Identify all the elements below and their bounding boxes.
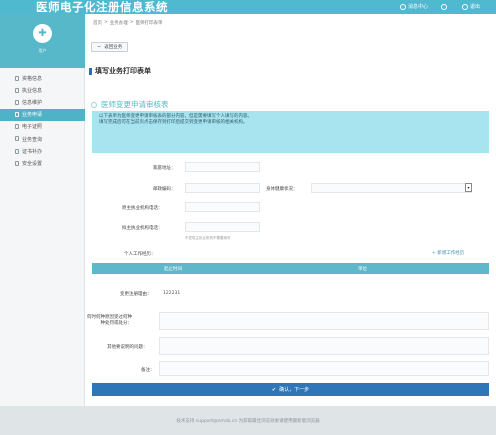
change-reason-input[interactable]: 122231: [159, 288, 279, 298]
breadcrumb-separator: >: [129, 20, 134, 25]
remark-label: 备注：: [141, 368, 155, 373]
original-org-phone-label: 原主执业机构电话：: [122, 206, 163, 211]
breadcrumb-business[interactable]: 业务办理: [110, 20, 128, 26]
back-button[interactable]: − 返回业务: [91, 42, 129, 52]
user-icon: [441, 3, 447, 10]
main-content: 首页 > 业务办理 > 医师打印表单 − 返回业务 填写业务打印表单 医师变更申…: [85, 14, 496, 406]
bell-icon: [400, 3, 406, 10]
sidebar-item-reissue[interactable]: 证书补办: [0, 145, 85, 157]
sidebar-item-practice[interactable]: 执业信息: [0, 84, 85, 96]
postcode-input[interactable]: [185, 183, 260, 193]
new-org-phone-label: 拟主执业机构电话：: [122, 226, 163, 231]
certificate-icon: [15, 124, 19, 130]
penalty-textarea[interactable]: [159, 312, 489, 330]
app-title: 医师电子化注册信息系统: [36, 0, 168, 14]
circle-icon: [91, 101, 97, 108]
other-issues-textarea[interactable]: [159, 337, 489, 355]
sidebar-item-security[interactable]: 安全设置: [0, 157, 85, 169]
minus-icon: −: [97, 44, 102, 50]
reissue-icon: [15, 148, 19, 154]
power-icon: [462, 3, 468, 10]
address-input[interactable]: [185, 162, 260, 172]
breadcrumb-current: 医师打印表单: [135, 21, 163, 26]
address-label: 家庭地址：: [153, 166, 176, 171]
work-history-table-header: 起止时间 单位: [92, 263, 489, 274]
breadcrumb-home[interactable]: 首页: [93, 20, 102, 26]
new-org-phone-input[interactable]: [185, 222, 260, 232]
card-title: 医师变更申请审核表: [91, 99, 169, 110]
edit-icon: [15, 99, 19, 105]
user-link[interactable]: [441, 2, 449, 11]
sidebar-nav: 资格信息 执业信息 信息维护 业务申请 电子证照 业务查询 证书补办 安全设置: [0, 72, 85, 170]
apply-icon: [15, 112, 19, 118]
notice-box: 以下表单为医师变更申请审核表的部分内容，但是需要填写个人填写的内容。 填写完成后…: [92, 111, 489, 153]
notice-line: 填写完成后可在当前页点击保存到打印后提交到变更申请审核的相关机构。: [99, 119, 248, 125]
confirm-next-button[interactable]: ✔ 确认，下一步: [92, 383, 489, 396]
user-name: 用户: [38, 48, 47, 53]
other-issues-label: 其他要说明的问题：: [107, 345, 148, 350]
breadcrumb-separator: >: [104, 20, 108, 25]
sidebar: ✚ 用户 资格信息 执业信息 信息维护 业务申请 电子证照 业务查询 证书补办 …: [0, 14, 85, 406]
sidebar-item-qualification[interactable]: 资格信息: [0, 72, 85, 84]
table-col-time: 起止时间: [164, 267, 182, 272]
footer-text: 技术支持 support@nmda.cn 为获取最佳浏览效果请使用最新版浏览器: [176, 418, 320, 424]
message-center-link[interactable]: 消息中心: [400, 2, 428, 11]
top-header: 医师电子化注册信息系统 消息中心 退出: [0, 0, 496, 14]
footer: 技术支持 support@nmda.cn 为获取最佳浏览效果请使用最新版浏览器: [0, 406, 496, 435]
phone-hint: 不发现主执业机构不需要填写: [185, 236, 231, 240]
add-work-history-link[interactable]: + 新增工作经历: [432, 250, 464, 256]
original-org-phone-input[interactable]: [185, 202, 260, 212]
sidebar-item-business-apply[interactable]: 业务申请: [0, 108, 85, 121]
remark-textarea[interactable]: [159, 361, 489, 376]
health-select[interactable]: [311, 183, 472, 193]
page-title: 填写业务打印表单: [89, 66, 151, 76]
logout-link[interactable]: 退出: [462, 2, 480, 11]
change-reason-label: 变更注册理由：: [120, 292, 152, 297]
health-label: 身体健康状况：: [266, 187, 298, 192]
search-icon: [15, 136, 19, 142]
sidebar-item-business-query[interactable]: 业务查询: [0, 133, 85, 145]
penalty-label: 何时何种原因受过何种 种处罚或处分：: [87, 315, 132, 326]
avatar[interactable]: ✚: [33, 24, 52, 43]
lock-icon: [15, 160, 19, 166]
profile-panel: ✚ 用户: [0, 14, 85, 68]
sidebar-item-maintenance[interactable]: 信息维护: [0, 96, 85, 108]
breadcrumb: 首页 > 业务办理 > 医师打印表单: [93, 20, 163, 26]
check-icon: ✔: [271, 386, 277, 393]
chevron-down-icon[interactable]: ▾: [465, 183, 472, 192]
sidebar-item-e-license[interactable]: 电子证照: [0, 121, 85, 133]
document-icon: [15, 75, 19, 81]
work-history-label: 个人工作经历：: [124, 252, 156, 257]
title-marker-icon: [89, 67, 92, 75]
doctor-icon: [15, 87, 19, 93]
postcode-label: 邮政编码：: [153, 187, 176, 192]
table-col-unit: 单位: [358, 267, 367, 272]
